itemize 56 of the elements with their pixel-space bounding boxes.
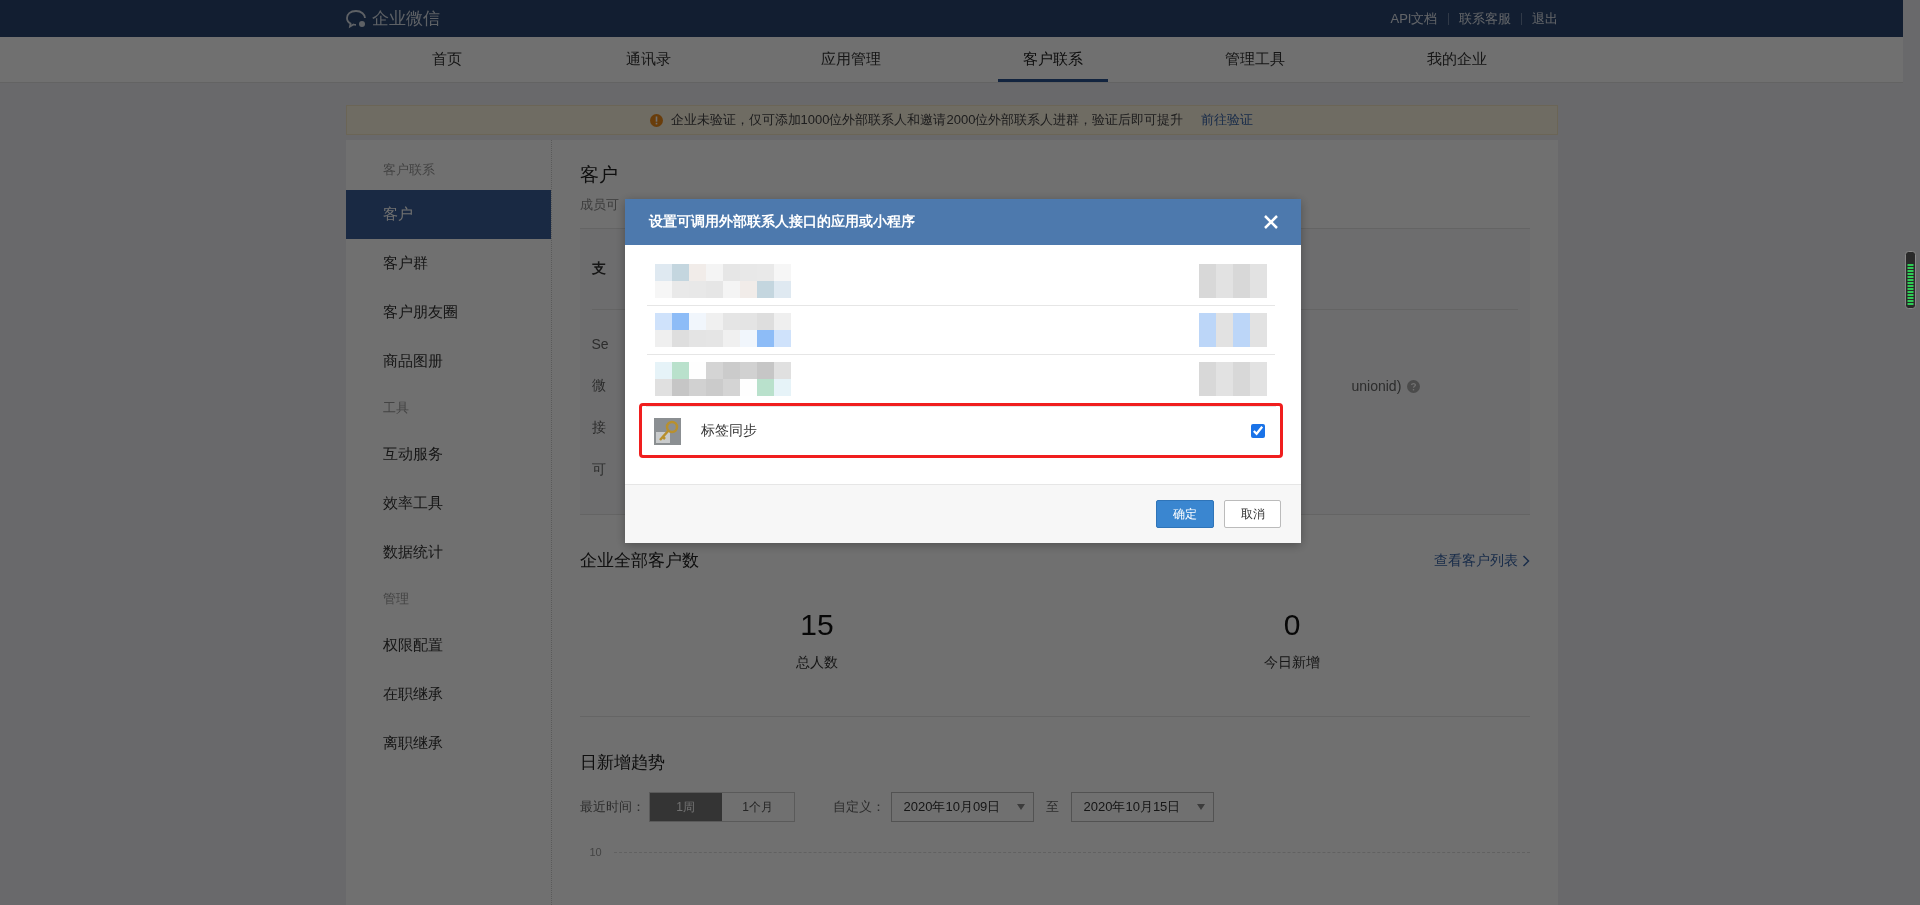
sidebar-item[interactable]: 商品图册 xyxy=(345,337,551,386)
sidebar-item[interactable]: 权限配置 xyxy=(345,621,551,670)
pixelated-placeholder xyxy=(1199,264,1267,298)
range-label: 最近时间： xyxy=(579,798,645,816)
sidebar-item[interactable]: 互动服务 xyxy=(345,430,551,479)
chevron-right-icon xyxy=(1521,554,1530,567)
top-link[interactable]: API文档 xyxy=(1390,9,1438,28)
start-date-select[interactable]: 2020年10月09日 xyxy=(890,792,1034,822)
nav-tab[interactable]: 通讯录 xyxy=(593,37,704,82)
stat-label: 总人数 xyxy=(796,654,838,672)
top-link[interactable]: 联系客服 xyxy=(1458,9,1511,28)
app-name: 标签同步 xyxy=(701,422,757,440)
pixelated-placeholder xyxy=(1199,362,1267,396)
verify-link[interactable]: 前往验证 xyxy=(1201,111,1254,129)
notice-text: 企业未验证，仅可添加1000位外部联系人和邀请2000位外部联系人进群，验证后即可提升 xyxy=(670,111,1184,129)
cancel-button[interactable]: 取消 xyxy=(1224,500,1281,528)
sidebar-item[interactable]: 客户朋友圈 xyxy=(345,288,551,337)
nav-tab[interactable]: 应用管理 xyxy=(795,37,906,82)
stat-value: 15 xyxy=(800,608,834,642)
section-title: 企业全部客户数 xyxy=(579,550,699,572)
nav-tab[interactable]: 管理工具 xyxy=(1199,37,1310,82)
chat-bubble-logo-icon xyxy=(345,8,368,29)
top-link[interactable]: 退出 xyxy=(1531,9,1558,28)
level-meter-drawing xyxy=(1905,251,1916,309)
caret-icon xyxy=(1196,804,1205,810)
caret-icon xyxy=(1016,804,1025,810)
card-row-label: Se xyxy=(591,336,610,352)
card-heading: 支 xyxy=(591,260,606,278)
sidebar-item[interactable]: 效率工具 xyxy=(345,479,551,528)
page-title: 客户 xyxy=(579,163,619,187)
nav-tab[interactable]: 我的企业 xyxy=(1401,37,1512,82)
card-row-label: 微 xyxy=(591,377,607,395)
card-row-label: 可 xyxy=(591,461,607,479)
app-checkbox[interactable] xyxy=(1251,424,1265,438)
sidebar-item[interactable]: 客户 xyxy=(345,190,551,239)
sidebar-item[interactable]: 离职继承 xyxy=(345,719,551,768)
section-title: 日新增趋势 xyxy=(579,752,666,774)
nav-tab[interactable]: 首页 xyxy=(391,37,502,82)
warning-icon xyxy=(649,113,663,127)
custom-range-label: 自定义： xyxy=(832,798,885,816)
sidebar-item[interactable]: 数据统计 xyxy=(345,528,551,577)
range-separator: 至 xyxy=(1045,798,1059,816)
end-date-select[interactable]: 2020年10月15日 xyxy=(1070,792,1214,822)
card-row-note: unionid) xyxy=(1351,378,1402,394)
nav-tab[interactable]: 客户联系 xyxy=(997,37,1108,82)
stat-label: 今日新增 xyxy=(1264,654,1320,672)
pixelated-placeholder xyxy=(1199,313,1267,347)
sidebar-item[interactable]: 客户群 xyxy=(345,239,551,288)
dialog-title: 设置可调用外部联系人接口的应用或小程序 xyxy=(649,213,915,231)
card-row-label: 接 xyxy=(591,419,607,437)
sidebar-item[interactable]: 在职继承 xyxy=(345,670,551,719)
key-photo-icon xyxy=(654,417,681,445)
confirm-button[interactable]: 确定 xyxy=(1156,500,1214,528)
logo-text: 企业微信 xyxy=(371,8,440,30)
stat-value: 0 xyxy=(1283,608,1301,642)
customer-list-link[interactable]: 查看客户列表 xyxy=(1433,551,1530,570)
